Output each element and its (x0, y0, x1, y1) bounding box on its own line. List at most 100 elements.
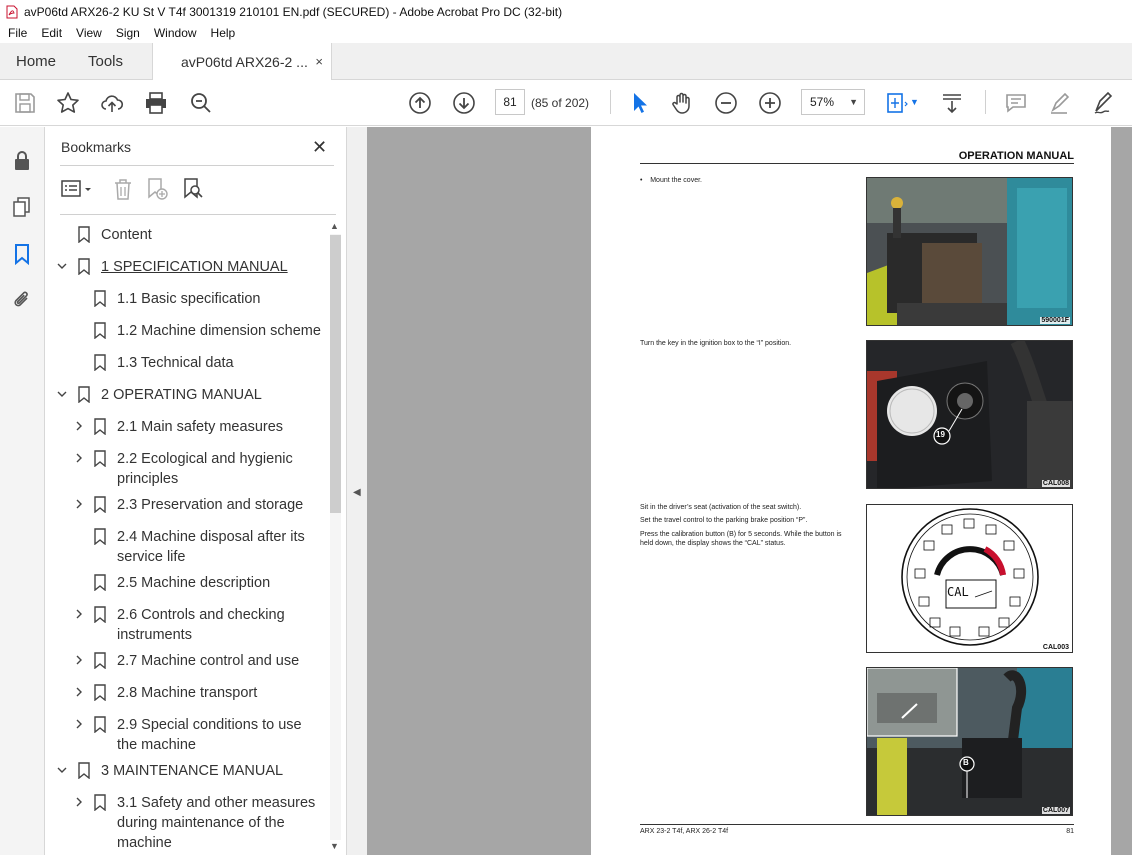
bookmark-label: 1.3 Technical data (117, 355, 234, 371)
menu-window[interactable]: Window (150, 26, 201, 40)
zoom-out-icon[interactable] (714, 91, 738, 115)
bookmark-item[interactable]: 2.9 Special conditions to use the machin… (46, 715, 326, 753)
upload-cloud-icon[interactable] (100, 91, 124, 115)
chevron-right-icon[interactable] (74, 716, 84, 732)
sign-pen-icon[interactable] (1092, 91, 1116, 115)
bookmark-item[interactable]: 2.2 Ecological and hygienic principles (46, 449, 326, 487)
page-thumbnails-icon[interactable] (11, 196, 33, 218)
figure-calibration-photo: B CAL007 (866, 667, 1073, 816)
page-footer-number: 81 (1066, 828, 1074, 835)
chevron-right-icon[interactable] (74, 652, 84, 668)
bookmark-item[interactable]: 2.3 Preservation and storage (46, 495, 326, 517)
bookmark-icon (94, 322, 106, 339)
delete-bookmark-icon[interactable] (112, 177, 134, 201)
menu-help[interactable]: Help (207, 26, 240, 40)
chevron-down-icon[interactable] (56, 386, 68, 402)
scroll-down-icon[interactable]: ▼ (330, 841, 339, 851)
page-number-input[interactable]: 81 (495, 89, 525, 115)
bookmark-item[interactable]: 2.5 Machine description (46, 573, 326, 595)
scroll-up-icon[interactable]: ▲ (330, 221, 339, 231)
menu-bar: File Edit View Sign Window Help (0, 23, 1132, 43)
bookmark-icon (94, 450, 106, 467)
bookmark-icon (94, 290, 106, 307)
bookmark-icon (78, 386, 90, 403)
bookmark-item[interactable]: 2.4 Machine disposal after its service l… (46, 527, 326, 565)
callout-19: 19 (936, 430, 945, 439)
calibration-button-image (867, 668, 1072, 815)
chevron-down-icon[interactable] (56, 258, 68, 274)
bookmark-item[interactable]: 3.1 Safety and other measures during mai… (46, 793, 326, 851)
scroll-mode-icon[interactable] (940, 91, 964, 115)
collapse-panel-icon[interactable]: ◀ (353, 487, 361, 498)
bookmark-label: 2.3 Preservation and storage (117, 497, 304, 513)
bookmark-item[interactable]: 2.1 Main safety measures (46, 417, 326, 439)
save-icon[interactable] (13, 91, 37, 115)
page-count-label: (85 of 202) (531, 96, 590, 110)
tab-document[interactable]: avP06td ARX26-2 ... × (152, 43, 332, 80)
hand-tool-icon[interactable] (670, 91, 694, 115)
bookmark-item[interactable]: 3 MAINTENANCE MANUAL (46, 761, 326, 783)
previous-page-icon[interactable] (408, 91, 432, 115)
chevron-right-icon[interactable] (74, 794, 84, 810)
comment-icon[interactable] (1004, 91, 1028, 115)
document-tab-label: avP06td ARX26-2 ... (181, 53, 308, 70)
fit-page-icon[interactable] (884, 91, 908, 115)
bookmark-panel-icon[interactable] (11, 243, 33, 265)
bookmarks-title: Bookmarks (61, 139, 132, 155)
zoom-select[interactable]: 57% ▼ (801, 89, 865, 115)
bookmark-item[interactable]: 1.2 Machine dimension scheme (46, 321, 326, 343)
bookmark-item[interactable]: 2 OPERATING MANUAL (46, 385, 326, 407)
bookmark-label: Content (101, 227, 152, 243)
print-icon[interactable] (144, 91, 168, 115)
zoom-search-icon[interactable] (189, 91, 213, 115)
highlight-pen-icon[interactable] (1048, 91, 1072, 115)
toolbar-divider (610, 90, 611, 114)
bookmark-label: 2.8 Machine transport (117, 685, 258, 701)
zoom-in-icon[interactable] (758, 91, 782, 115)
bookmark-icon (94, 716, 106, 733)
toolbar-divider (985, 90, 986, 114)
bookmark-item[interactable]: 2.7 Machine control and use (46, 651, 326, 673)
bookmark-item[interactable]: 1.1 Basic specification (46, 289, 326, 311)
bookmark-item[interactable]: Content (46, 225, 326, 247)
step-text: • Mount the cover. (640, 177, 702, 184)
step-text: Turn the key in the ignition box to the … (640, 340, 792, 347)
chevron-right-icon[interactable] (74, 450, 84, 466)
chevron-right-icon[interactable] (74, 418, 84, 434)
select-cursor-icon[interactable] (628, 91, 652, 115)
menu-file[interactable]: File (4, 26, 31, 40)
bookmark-item[interactable]: 2.8 Machine transport (46, 683, 326, 705)
attachment-icon[interactable] (11, 289, 33, 311)
close-panel-icon[interactable]: ✕ (312, 137, 327, 158)
chevron-down-icon[interactable] (56, 762, 68, 778)
display-cal-text: CAL (947, 585, 969, 599)
tab-tools[interactable]: Tools (88, 43, 123, 80)
star-icon[interactable] (56, 91, 80, 115)
zoom-value: 57% (810, 95, 835, 109)
find-bookmark-icon[interactable] (181, 177, 205, 201)
menu-view[interactable]: View (72, 26, 106, 40)
bookmark-icon (78, 258, 90, 275)
panel-splitter[interactable]: ◀ (346, 127, 367, 855)
cab-interior-image (867, 178, 1072, 325)
chevron-right-icon[interactable] (74, 606, 84, 622)
bookmark-item[interactable]: 1.3 Technical data (46, 353, 326, 375)
bookmark-options-icon[interactable] (60, 177, 94, 201)
bookmark-item[interactable]: 1 SPECIFICATION MANUAL (46, 257, 326, 279)
menu-edit[interactable]: Edit (37, 26, 66, 40)
window-title: avP06td ARX26-2 KU St V T4f 3001319 2101… (24, 4, 563, 19)
new-bookmark-icon[interactable] (145, 177, 169, 201)
menu-sign[interactable]: Sign (112, 26, 144, 40)
fit-dropdown-icon[interactable]: ▼ (910, 97, 919, 107)
close-tab-icon[interactable]: × (315, 54, 323, 69)
bookmark-item[interactable]: 2.6 Controls and checking instruments (46, 605, 326, 643)
scrollbar-thumb[interactable] (330, 235, 341, 513)
document-viewer[interactable]: OPERATION MANUAL • Mount the cover. 5900… (367, 127, 1132, 855)
next-page-icon[interactable] (452, 91, 476, 115)
bookmarks-scrollbar[interactable]: ▲ ▼ (327, 219, 343, 855)
chevron-right-icon[interactable] (74, 684, 84, 700)
bookmark-icon (78, 226, 90, 243)
lock-icon[interactable] (11, 149, 33, 171)
chevron-right-icon[interactable] (74, 496, 84, 512)
tab-home[interactable]: Home (16, 43, 56, 80)
